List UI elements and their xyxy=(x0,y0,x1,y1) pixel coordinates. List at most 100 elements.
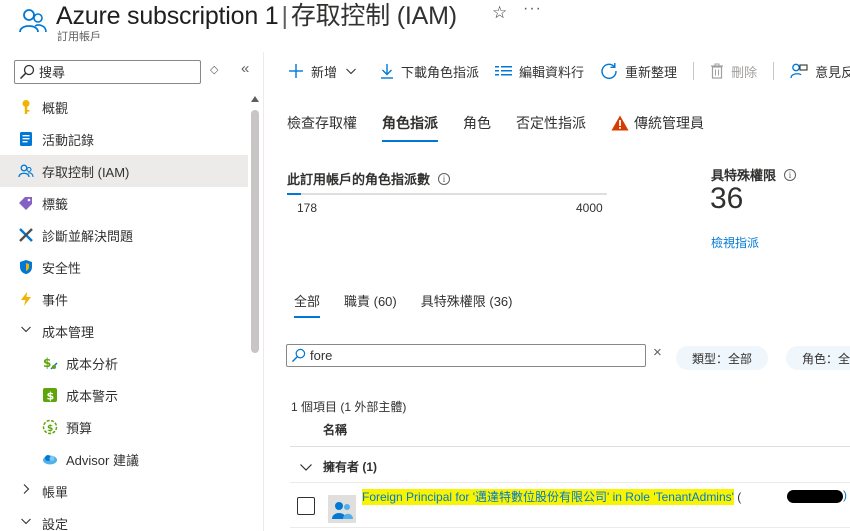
scroll-up-icon[interactable] xyxy=(251,96,259,102)
refresh-label: 重新整理 xyxy=(625,64,678,80)
sidebar-item-cost-analysis[interactable]: $ 成本分析 xyxy=(0,347,248,379)
sidebar-nav: 概觀 活動記錄 存取控制 (IAM) 標籤 診斷並解決問題 安全性 事件 成本管… xyxy=(0,91,248,531)
tab-deny-assignments[interactable]: 否定性指派 xyxy=(516,113,586,142)
view-assignments-link[interactable]: 檢視指派 xyxy=(711,234,759,251)
trash-icon xyxy=(711,63,724,79)
blade-name: 存取控制 (IAM) xyxy=(290,2,457,30)
budget-icon: $ xyxy=(42,419,58,435)
tab-check-access[interactable]: 檢查存取權 xyxy=(287,113,357,142)
feedback-label: 意見反 xyxy=(815,64,850,80)
download-label: 下載角色指派 xyxy=(401,64,480,80)
key-icon xyxy=(22,100,30,114)
sidebar-search-input[interactable] xyxy=(39,63,194,81)
sidebar-item-label: 活動記錄 xyxy=(42,132,95,148)
sidebar-item-overview[interactable]: 概觀 xyxy=(0,91,248,123)
sidebar-item-label: 診斷並解決問題 xyxy=(42,228,134,244)
download-role-assignments-button[interactable]: 下載角色指派 xyxy=(380,62,479,81)
sidebar-item-activity-log[interactable]: 活動記錄 xyxy=(0,123,248,155)
svg-text:$: $ xyxy=(43,356,51,370)
type-filter-pill[interactable]: 類型：全部 xyxy=(676,346,769,370)
page-subtitle: 訂用帳戶 xyxy=(57,31,101,43)
sidebar-item-label: 標籤 xyxy=(42,196,69,212)
sidebar-item-budgets[interactable]: $ 預算 xyxy=(0,411,248,443)
sidebar-item-cost-alerts[interactable]: $ 成本警示 xyxy=(0,379,248,411)
sidebar-scrollbar[interactable] xyxy=(249,96,261,531)
sidebar-item-label: 概觀 xyxy=(42,100,69,116)
group-owner[interactable]: 擁有者 (1) xyxy=(299,458,377,475)
info-icon[interactable]: i xyxy=(438,172,451,185)
lightning-icon xyxy=(21,292,31,306)
svg-text:$: $ xyxy=(47,424,53,434)
delete-button[interactable]: 刪除 xyxy=(710,62,757,81)
chevron-down-icon xyxy=(300,463,312,471)
sort-icon[interactable]: ◇ xyxy=(210,63,218,76)
people-icon xyxy=(18,164,34,178)
title-separator: | xyxy=(281,2,289,30)
iam-tabs: 檢查存取權 角色指派 角色 否定性指派 傳統管理員 xyxy=(287,113,729,142)
row-checkbox[interactable] xyxy=(297,497,315,515)
tab-classic-administrators[interactable]: 傳統管理員 xyxy=(611,113,704,142)
delete-label: 刪除 xyxy=(731,64,758,80)
column-header-name[interactable]: 名稱 xyxy=(323,421,347,438)
stat-title-text: 此訂用帳戶的角色指派數 xyxy=(287,172,431,187)
sidebar-group-billing[interactable]: 帳單 xyxy=(0,475,248,507)
subtab-privileged[interactable]: 具特殊權限 (36) xyxy=(421,291,513,318)
favorite-star-icon[interactable]: ☆ xyxy=(492,3,507,23)
sidebar-item-label: 成本分析 xyxy=(66,356,119,372)
tab-roles[interactable]: 角色 xyxy=(463,113,491,142)
sidebar-item-iam[interactable]: 存取控制 (IAM) xyxy=(0,155,248,187)
page-title: Azure subscription 1 | 存取控制 (IAM) xyxy=(56,0,457,32)
redacted-box xyxy=(787,490,843,503)
assignment-filter-tabs: 全部 職責 (60) 具特殊權限 (36) xyxy=(294,291,536,318)
add-button[interactable]: 新增 xyxy=(288,62,364,81)
search-icon xyxy=(291,348,306,363)
more-options-icon[interactable]: ··· xyxy=(523,0,542,18)
edit-columns-button[interactable]: 編輯資料行 xyxy=(495,62,584,81)
principal-name-link[interactable]: Foreign Principal for '邁達特數位股份有限公司' in R… xyxy=(362,488,741,505)
assignment-usage-fill xyxy=(287,193,302,195)
command-bar: 新增 下載角色指派 編輯資料行 重新整理 刪除 意見反 xyxy=(288,60,850,82)
cost-alert-icon: $ xyxy=(43,388,57,403)
foreign-principal-icon xyxy=(328,495,356,523)
sidebar-group-settings[interactable]: 設定 xyxy=(0,507,248,531)
role-filter-pill[interactable]: 角色：全 xyxy=(786,346,850,370)
sidebar-item-label: 預算 xyxy=(66,420,93,436)
sidebar-divider xyxy=(263,52,264,531)
group-label: 擁有者 (1) xyxy=(323,460,378,474)
sidebar-item-advisor[interactable]: Advisor 建議 xyxy=(0,443,248,475)
sidebar-item-label: 存取控制 (IAM) xyxy=(42,164,130,180)
feedback-button[interactable]: 意見反 xyxy=(790,62,850,81)
clear-filter-icon[interactable]: × xyxy=(653,344,662,361)
refresh-button[interactable]: 重新整理 xyxy=(600,62,677,81)
assignment-count-value: 178 xyxy=(297,201,318,215)
add-label: 新增 xyxy=(311,64,338,80)
chevron-down-icon xyxy=(346,68,356,75)
assignment-limit-value: 4000 xyxy=(576,201,603,215)
sidebar-item-tags[interactable]: 標籤 xyxy=(0,187,248,219)
header-divider xyxy=(290,446,850,447)
people-icon xyxy=(19,9,47,33)
toolbar-separator xyxy=(693,62,695,80)
cost-analysis-icon: $ xyxy=(43,356,58,370)
subtab-job-function[interactable]: 職責 (60) xyxy=(344,291,397,318)
sidebar-group-cost-management[interactable]: 成本管理 xyxy=(0,315,248,347)
role-assignment-count-title: 此訂用帳戶的角色指派數 i xyxy=(287,169,451,188)
sidebar-item-diagnose[interactable]: 診斷並解決問題 xyxy=(0,219,248,251)
filter-search-input[interactable] xyxy=(310,347,630,364)
tab-role-assignments[interactable]: 角色指派 xyxy=(382,113,438,142)
sidebar-item-label: 帳單 xyxy=(42,484,69,500)
sidebar-item-events[interactable]: 事件 xyxy=(0,283,248,315)
info-icon[interactable]: i xyxy=(784,168,797,181)
scrollbar-thumb[interactable] xyxy=(251,110,259,353)
refresh-icon xyxy=(601,63,617,80)
sidebar-search[interactable] xyxy=(14,60,201,84)
row-divider xyxy=(290,527,850,528)
subtab-all[interactable]: 全部 xyxy=(294,291,321,318)
collapse-sidebar-icon[interactable]: « xyxy=(241,60,249,77)
sidebar-item-security[interactable]: 安全性 xyxy=(0,251,248,283)
filter-search[interactable] xyxy=(286,344,646,367)
feedback-icon xyxy=(790,63,808,79)
chevron-down-icon xyxy=(21,518,31,525)
edit-columns-label: 編輯資料行 xyxy=(519,64,585,80)
sidebar-item-label: 安全性 xyxy=(42,260,82,276)
